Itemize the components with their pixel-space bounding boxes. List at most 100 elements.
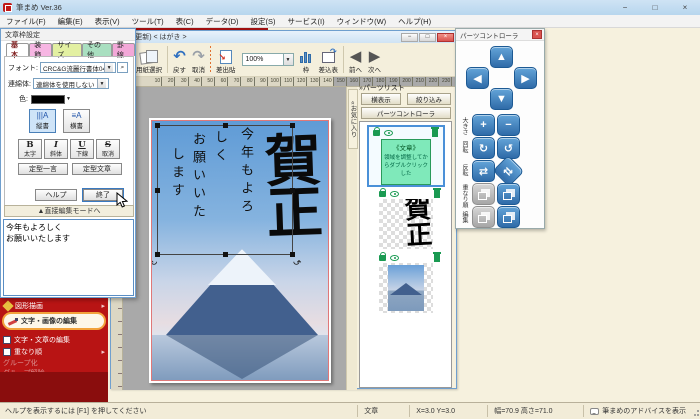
menu-item[interactable]: サービス(I) (282, 15, 331, 28)
chevron-down-icon[interactable]: ▼ (104, 63, 113, 72)
sidebar-item-text-edit[interactable]: 文字・文章の編集 (3, 334, 105, 345)
move-down-button[interactable]: ▼ (490, 88, 513, 110)
move-left-button[interactable]: ◀ (466, 67, 489, 89)
part-item-photo[interactable] (379, 263, 433, 313)
horizontal-view-button[interactable]: 横表示 (361, 93, 401, 105)
trash-icon[interactable] (431, 127, 439, 137)
lock-icon[interactable] (379, 188, 386, 197)
paper-select-button[interactable]: 用紙選択 (133, 43, 165, 76)
resize-handle-n[interactable] (223, 123, 228, 128)
direct-edit-mode-bar[interactable]: ▲直接編集モードへ (4, 205, 134, 217)
eye-icon[interactable] (390, 191, 399, 197)
horizontal-writing-button[interactable]: ≡A 横書 (63, 109, 90, 133)
window-minimize-button[interactable]: − (610, 0, 640, 15)
eye-icon[interactable] (384, 130, 393, 136)
move-up-button[interactable]: ▲ (490, 46, 513, 68)
rotate-handle-ne[interactable]: ↶ (293, 121, 301, 125)
document-title-bar[interactable]: 無題1(更新) < はがき > − □ × (111, 31, 456, 43)
lock-icon[interactable] (373, 127, 380, 136)
filter-button[interactable]: 絞り込み (407, 93, 451, 105)
merge-table-button[interactable]: 差込表 (316, 43, 342, 76)
sender-paste-button[interactable]: 差出貼 (213, 43, 239, 76)
chevron-down-icon[interactable]: ▼ (66, 96, 71, 102)
window-close-button[interactable]: × (670, 0, 700, 15)
parts-controller-button[interactable]: パーツコントローラ (361, 107, 451, 119)
part-item-calligraphy[interactable]: 賀正 (379, 199, 433, 249)
menu-item[interactable]: ヘルプ(H) (392, 15, 437, 28)
template-text-button[interactable]: 定型文章 (72, 163, 122, 175)
chevron-down-icon[interactable]: ▼ (282, 54, 293, 65)
postcard[interactable]: 今年もよろしくお願いいたします 賀正 ↶ ↶ ↶ ↶ (149, 118, 331, 383)
sidebar-footer (0, 372, 108, 402)
menu-item[interactable]: ファイル(F) (0, 15, 52, 28)
dialog-tab[interactable]: 装飾 (29, 42, 53, 59)
size-minus-button[interactable]: − (497, 114, 520, 136)
advice-toggle[interactable]: 筆まめのアドバイスを表示 (583, 405, 692, 417)
palette-close-button[interactable]: × (532, 30, 542, 39)
selection-frame[interactable]: ↶ ↶ ↶ ↶ (152, 121, 301, 266)
font-search-button[interactable]: ⌕ (116, 62, 128, 73)
window-maximize-button[interactable]: □ (640, 0, 670, 15)
design-canvas[interactable]: 今年もよろしくお願いいたします 賀正 ↶ ↶ ↶ ↶ (123, 87, 346, 390)
flip-horizontal-button[interactable]: ⇄ (472, 160, 495, 182)
send-back-button[interactable] (497, 206, 520, 228)
move-right-button[interactable]: ▶ (514, 67, 537, 89)
underline-button[interactable]: U 下線 (70, 139, 94, 159)
parts-list-header[interactable]: »パーツリスト (359, 83, 405, 93)
greeting-text-input[interactable]: 今年もよろしく お願いいたします (3, 219, 134, 296)
zoom-select[interactable]: 100% ▼ (241, 53, 294, 66)
text-part-thumbnail[interactable]: 《文章》 領域を調整してからダブルクリックした (381, 139, 431, 185)
menu-item[interactable]: 設定(S) (245, 15, 282, 28)
template-phrase-button[interactable]: 定型一言 (18, 163, 68, 175)
font-row: フォント: CRC&G流麗行書体04 ▼ ⌕ (8, 62, 128, 73)
trash-icon[interactable] (433, 188, 441, 198)
parts-list[interactable]: 《文章》 領域を調整してからダブルクリックした 賀正 (359, 121, 452, 388)
sidebar-item-shape-draw[interactable]: 図形描画 (2, 299, 105, 312)
part-item-text-selected[interactable]: 《文章》 領域を調整してからダブルクリックした (367, 125, 445, 187)
next-button[interactable]: ▶ 次へ (365, 43, 384, 76)
sidebar-item-stack-order[interactable]: 重なり順 (3, 346, 105, 357)
send-backward-button[interactable] (497, 183, 520, 205)
eye-icon[interactable] (390, 255, 399, 261)
resize-grip[interactable] (692, 405, 700, 417)
rotate-handle-se[interactable]: ↶ (293, 255, 301, 266)
menu-item[interactable]: データ(D) (200, 15, 245, 28)
rotate-handle-nw[interactable]: ↶ (152, 121, 157, 125)
menu-item[interactable]: 編集(E) (52, 15, 89, 28)
dialog-tab[interactable]: 基本 (6, 42, 30, 59)
resize-handle-e[interactable] (290, 188, 295, 193)
menu-item[interactable]: 表示(V) (89, 15, 126, 28)
rotate-cw-button[interactable]: ↻ (472, 137, 495, 159)
color-swatch[interactable] (30, 94, 65, 104)
rotate-handle-sw[interactable]: ↶ (152, 255, 157, 266)
frame-button[interactable]: 枠 (297, 43, 316, 76)
document-minimize-button[interactable]: − (401, 32, 418, 42)
trash-icon[interactable] (433, 252, 441, 262)
sidebar-item-text-image-edit[interactable]: 文字・画像の編集 (2, 312, 106, 330)
size-plus-button[interactable]: + (472, 114, 495, 136)
lock-icon[interactable] (379, 252, 386, 261)
bold-button[interactable]: B 太字 (18, 139, 42, 159)
undo-button[interactable]: ↶ 戻す (170, 43, 189, 76)
document-restore-button[interactable]: □ (419, 32, 436, 42)
dialog-tab[interactable]: その他 (82, 42, 112, 59)
menu-item[interactable]: 表(C) (170, 15, 200, 28)
resize-handle-s[interactable] (223, 252, 228, 257)
prev-button[interactable]: ◀ 前へ (346, 43, 365, 76)
rotate-ccw-button[interactable]: ↺ (497, 137, 520, 159)
resize-handle-w[interactable] (155, 188, 160, 193)
menu-item[interactable]: ツール(T) (126, 15, 170, 28)
fuji-photo[interactable]: 今年もよろしくお願いいたします 賀正 ↶ ↶ ↶ ↶ (151, 120, 329, 381)
menu-item[interactable]: ウィンドウ(W) (331, 15, 393, 28)
dialog-tab[interactable]: 罫線 (111, 42, 136, 59)
renmen-select[interactable]: 連綿体を使用しない ▼ (32, 78, 109, 89)
strikethrough-button[interactable]: S 取消 (96, 139, 120, 159)
help-button[interactable]: ヘルプ (35, 189, 77, 201)
palette-title-bar[interactable]: パーツコントローラ × (456, 29, 544, 41)
dialog-tab[interactable]: サイズ (52, 42, 83, 59)
italic-button[interactable]: I 斜体 (44, 139, 68, 159)
font-select[interactable]: CRC&G流麗行書体04 ▼ (39, 62, 116, 73)
vertical-writing-button[interactable]: |||A 縦書 (29, 109, 56, 133)
chevron-down-icon[interactable]: ▼ (96, 79, 106, 88)
document-close-button[interactable]: × (437, 32, 454, 42)
